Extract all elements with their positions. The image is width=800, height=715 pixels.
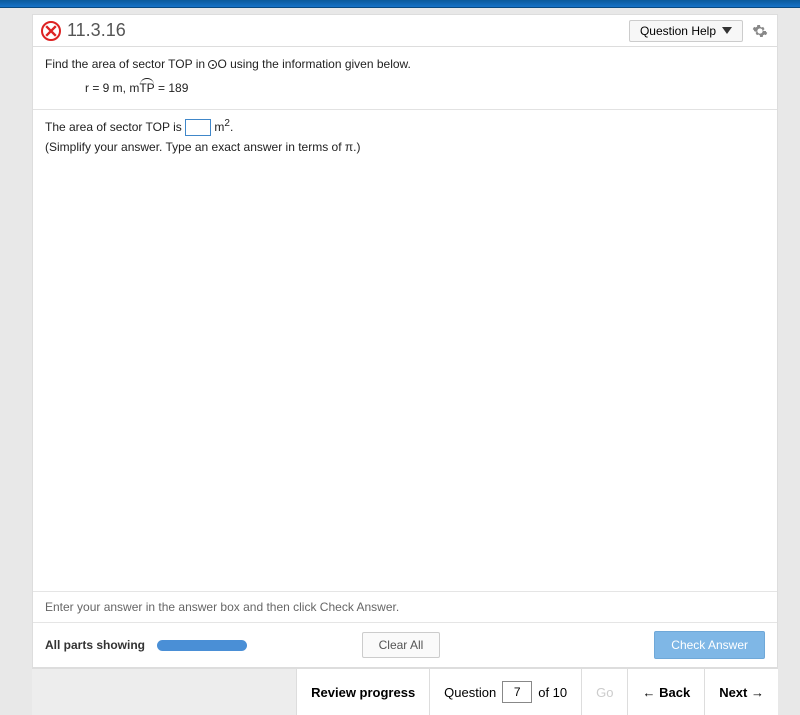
arrow-right-icon: → [747,685,764,700]
answer-period: . [230,120,233,134]
action-footer: All parts showing Clear All Check Answer [33,622,777,667]
bottom-nav: Review progress Question of 10 Go ← Back… [32,668,778,715]
problem-prompt: Find the area of sector TOP in O using t… [45,57,765,71]
answer-pre: The area of sector TOP is [45,120,185,134]
clear-all-button[interactable]: Clear All [362,632,441,658]
next-label: Next [719,685,747,700]
problem-body: Find the area of sector TOP in O using t… [33,47,777,591]
prompt-pre: Find the area of sector TOP in [45,57,208,71]
instruction-text: Enter your answer in the answer box and … [33,591,777,622]
arc-label: TP [139,81,154,95]
gear-icon[interactable] [751,22,769,40]
question-container: 11.3.16 Question Help Find the area of s… [32,14,778,668]
divider [33,109,777,110]
back-button[interactable]: ← Back [627,669,704,715]
question-number: 11.3.16 [67,20,126,41]
question-header: 11.3.16 Question Help [33,15,777,47]
prompt-post: O using the information given below. [217,57,410,71]
back-label: Back [659,685,690,700]
parts-showing-label: All parts showing [45,638,145,652]
caret-down-icon [722,27,732,34]
answer-line: The area of sector TOP is m2. [45,118,765,136]
question-help-label: Question Help [640,24,716,38]
question-nav-cell: Question of 10 [429,669,581,715]
given-pre: r = 9 m, m [85,81,139,95]
arrow-left-icon: ← [642,685,659,700]
question-of-total: of 10 [538,685,567,700]
app-top-bar [0,0,800,8]
problem-given: r = 9 m, mTP = 189 [85,81,765,95]
answer-hint: (Simplify your answer. Type an exact ans… [45,140,765,154]
review-progress-button[interactable]: Review progress [296,669,429,715]
answer-unit: m [211,120,224,134]
parts-progress-bar [157,640,247,651]
go-button[interactable]: Go [581,669,627,715]
arc-TP-icon: TP [139,81,154,95]
question-number-input[interactable] [502,681,532,703]
given-post: = 189 [155,81,189,95]
question-help-button[interactable]: Question Help [629,20,743,42]
question-word: Question [444,685,496,700]
answer-input[interactable] [185,119,211,136]
next-button[interactable]: Next → [704,669,778,715]
close-icon[interactable] [41,21,61,41]
check-answer-button[interactable]: Check Answer [654,631,765,659]
